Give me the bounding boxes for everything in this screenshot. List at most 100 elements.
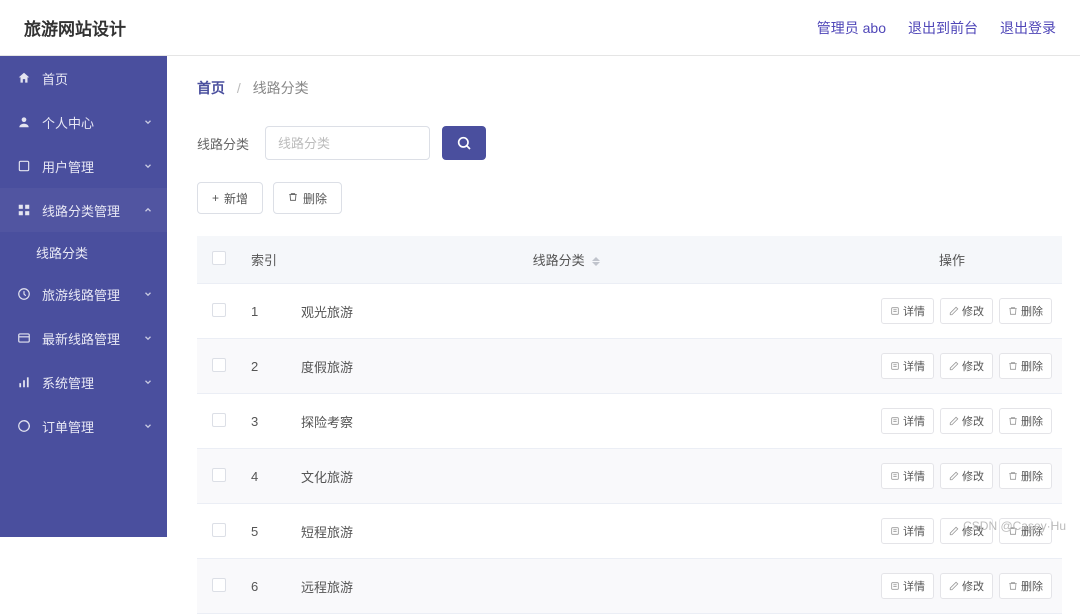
- chevron-down-icon: [143, 375, 153, 390]
- trash-icon: [1008, 306, 1018, 316]
- sidebar-item-label: 个人中心: [42, 113, 143, 132]
- row-ops: 详情修改 删除: [852, 298, 1052, 324]
- edit-icon: [949, 471, 959, 481]
- header-right: 管理员 abo 退出到前台 退出登录: [817, 18, 1056, 38]
- row-index: 2: [241, 339, 291, 394]
- data-table: 索引 线路分类 操作 1观光旅游详情修改删除2度假旅游详情修改删除3探险考察详情…: [197, 236, 1062, 614]
- edit-icon: [949, 581, 959, 591]
- chevron-down-icon: [143, 331, 153, 346]
- trash-icon: [1008, 416, 1018, 426]
- detail-button[interactable]: 详情: [881, 463, 934, 489]
- col-index[interactable]: 索引: [241, 236, 291, 284]
- edit-label: 修改: [962, 468, 984, 484]
- breadcrumb-home[interactable]: 首页: [197, 80, 225, 96]
- sidebar-item-label: 旅游线路管理: [42, 285, 143, 304]
- filter-row: 线路分类: [197, 126, 1062, 160]
- row-delete-label: 删除: [1021, 358, 1043, 374]
- row-checkbox[interactable]: [212, 413, 226, 427]
- edit-button[interactable]: 修改: [940, 298, 993, 324]
- search-button[interactable]: [442, 126, 486, 160]
- detail-button[interactable]: 详情: [881, 573, 934, 599]
- edit-icon: [949, 306, 959, 316]
- select-all-checkbox[interactable]: [212, 251, 226, 265]
- sort-icon[interactable]: [592, 257, 600, 266]
- row-delete-button[interactable]: 删除: [999, 353, 1052, 379]
- row-delete-button[interactable]: 删除: [999, 298, 1052, 324]
- edit-label: 修改: [962, 358, 984, 374]
- row-delete-label: 删除: [1021, 303, 1043, 319]
- trash-icon: [288, 191, 298, 205]
- sidebar-item-3[interactable]: 线路分类管理: [0, 188, 167, 232]
- chevron-down-icon: [143, 115, 153, 130]
- sidebar-item-1[interactable]: 个人中心: [0, 100, 167, 144]
- detail-icon: [890, 306, 900, 316]
- col-category-label: 线路分类: [533, 253, 585, 268]
- sidebar-item-label: 系统管理: [42, 373, 143, 392]
- row-delete-label: 删除: [1021, 468, 1043, 484]
- detail-label: 详情: [903, 358, 925, 374]
- detail-button[interactable]: 详情: [881, 353, 934, 379]
- category-filter-input[interactable]: [265, 126, 430, 160]
- category-icon: [16, 202, 32, 218]
- detail-icon: [890, 526, 900, 536]
- edit-label: 修改: [962, 413, 984, 429]
- row-delete-button[interactable]: 删除: [999, 463, 1052, 489]
- row-delete-button[interactable]: 删除: [999, 573, 1052, 599]
- edit-button[interactable]: 修改: [940, 573, 993, 599]
- system-icon: [16, 374, 32, 390]
- to-frontend-link[interactable]: 退出到前台: [908, 18, 978, 38]
- edit-button[interactable]: 修改: [940, 463, 993, 489]
- sidebar-item-6[interactable]: 系统管理: [0, 360, 167, 404]
- row-ops: 详情 修改删除: [852, 573, 1052, 599]
- breadcrumb-sep: /: [237, 80, 241, 96]
- row-checkbox[interactable]: [212, 303, 226, 317]
- edit-button[interactable]: 修改: [940, 353, 993, 379]
- delete-label: 删除: [303, 190, 327, 207]
- order-icon: [16, 418, 32, 434]
- detail-button[interactable]: 详情: [881, 518, 934, 544]
- sidebar-item-7[interactable]: 订单管理: [0, 404, 167, 448]
- col-ops: 操作: [842, 236, 1062, 284]
- sidebar-subitem-3-0[interactable]: 线路分类: [0, 232, 167, 272]
- row-index: 5: [241, 504, 291, 559]
- row-checkbox[interactable]: [212, 578, 226, 592]
- table-row: 3探险考察详情修改删除: [197, 394, 1062, 449]
- table-row: 1观光旅游详情修改删除: [197, 284, 1062, 339]
- site-title: 旅游网站设计: [24, 15, 126, 40]
- sidebar-item-4[interactable]: 旅游线路管理: [0, 272, 167, 316]
- row-delete-button[interactable]: 删除: [999, 408, 1052, 434]
- filter-label: 线路分类: [197, 134, 249, 153]
- main: 首页 / 线路分类 线路分类 + 新增: [167, 56, 1080, 537]
- sidebar-item-0[interactable]: 首页: [0, 56, 167, 100]
- delete-button[interactable]: 删除: [273, 182, 342, 214]
- user-icon: [16, 114, 32, 130]
- detail-label: 详情: [903, 413, 925, 429]
- row-checkbox[interactable]: [212, 358, 226, 372]
- edit-label: 修改: [962, 578, 984, 594]
- detail-icon: [890, 581, 900, 591]
- route-icon: [16, 286, 32, 302]
- search-icon: [456, 135, 472, 151]
- add-button[interactable]: + 新增: [197, 182, 263, 214]
- chevron-up-icon: [143, 203, 153, 218]
- detail-button[interactable]: 详情: [881, 408, 934, 434]
- admin-link[interactable]: 管理员 abo: [817, 18, 886, 38]
- row-checkbox[interactable]: [212, 523, 226, 537]
- detail-label: 详情: [903, 303, 925, 319]
- row-delete-label: 删除: [1021, 413, 1043, 429]
- row-category: 远程旅游: [291, 559, 842, 614]
- col-category[interactable]: 线路分类: [291, 236, 842, 284]
- row-checkbox[interactable]: [212, 468, 226, 482]
- row-ops: 详情 修改 删除: [852, 353, 1052, 379]
- action-row: + 新增 删除: [197, 182, 1062, 214]
- logout-link[interactable]: 退出登录: [1000, 18, 1056, 38]
- sidebar-item-2[interactable]: 用户管理: [0, 144, 167, 188]
- add-label: 新增: [224, 190, 248, 207]
- edit-button[interactable]: 修改: [940, 408, 993, 434]
- sidebar-item-5[interactable]: 最新线路管理: [0, 316, 167, 360]
- detail-button[interactable]: 详情: [881, 298, 934, 324]
- table-row: 2度假旅游详情修改删除: [197, 339, 1062, 394]
- row-ops: 详情 修改 删除: [852, 463, 1052, 489]
- sidebar-subitem-label: 线路分类: [36, 243, 153, 262]
- edit-icon: [949, 526, 959, 536]
